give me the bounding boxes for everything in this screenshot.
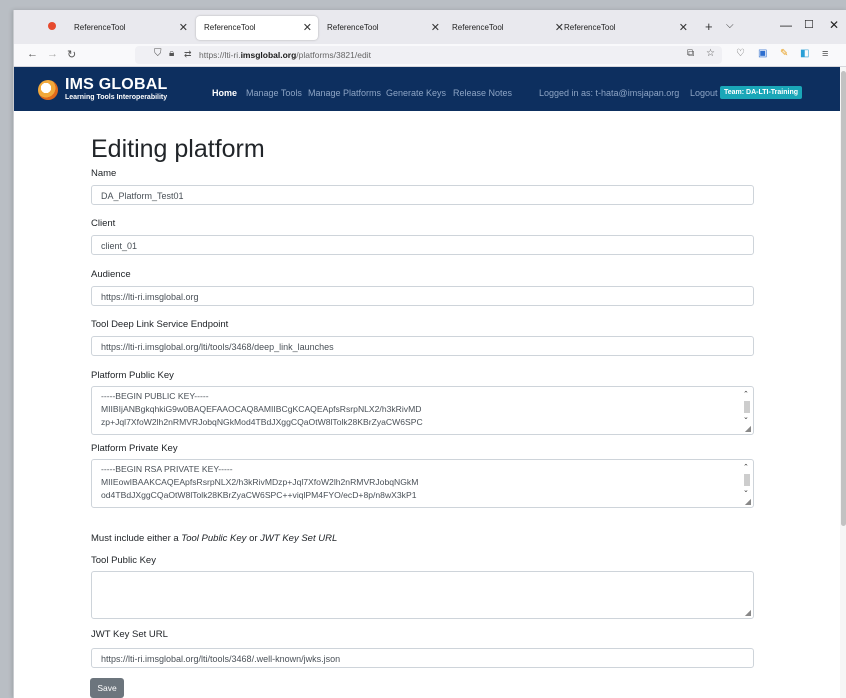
platform-private-key-textarea[interactable]: -----BEGIN RSA PRIVATE KEY----- MIIEowIB… — [91, 459, 754, 508]
logo-subtitle[interactable]: Learning Tools Interoperability — [65, 94, 167, 101]
tool-public-key-textarea[interactable]: ◢ — [91, 571, 754, 619]
ims-logo-icon[interactable] — [38, 80, 58, 100]
tool-public-key-label: Tool Public Key — [91, 555, 156, 566]
maximize-icon[interactable]: ☐ — [804, 18, 814, 31]
scroll-up-icon[interactable]: ⌃ — [743, 390, 749, 398]
logged-in-text: Logged in as: t-hata@imsjapan.org — [539, 88, 680, 98]
team-badge[interactable]: Team: DA-LTI-Training — [720, 86, 803, 99]
firefox-icon[interactable] — [48, 22, 56, 30]
jwks-url-label: JWT Key Set URL — [91, 629, 168, 640]
resize-grip-icon[interactable]: ◢ — [745, 424, 751, 433]
textarea-scrollbar-thumb[interactable] — [744, 401, 750, 413]
logo-title[interactable]: IMS GLOBAL — [65, 76, 167, 94]
close-icon[interactable]: ✕ — [303, 21, 312, 34]
platform-public-key-label: Platform Public Key — [91, 370, 174, 381]
tab-strip: ReferenceTool ✕ ReferenceTool ✕ Referenc… — [14, 10, 846, 44]
close-window-icon[interactable]: ✕ — [829, 18, 839, 32]
deep-link-field[interactable]: https://lti-ri.imsglobal.org/lti/tools/3… — [91, 336, 754, 356]
url-text[interactable]: https://lti-ri.imsglobal.org/platforms/3… — [199, 50, 371, 60]
shield-icon[interactable]: ⛉ — [154, 48, 162, 59]
back-icon[interactable]: ← — [27, 48, 38, 60]
name-label: Name — [91, 168, 117, 179]
resize-grip-icon[interactable]: ◢ — [745, 608, 751, 617]
tab-5[interactable]: ReferenceTool ✕ — [560, 16, 694, 40]
extension-puzzle-icon[interactable]: ◧ — [800, 48, 809, 59]
platform-private-key-label: Platform Private Key — [91, 443, 178, 454]
menu-icon[interactable]: ≡ — [822, 48, 828, 60]
forward-icon[interactable]: → — [47, 48, 58, 60]
scroll-down-icon[interactable]: ⌄ — [743, 486, 749, 494]
site-header: IMS GLOBAL Learning Tools Interoperabili… — [14, 67, 846, 111]
nav-generate-keys[interactable]: Generate Keys — [386, 88, 446, 98]
key-line: od4TBdJXggCQaOtW8lTolk28KBrZyaCW6SPC++vi… — [101, 490, 417, 500]
audience-label: Audience — [91, 269, 131, 280]
navigation-bar: ← → ↻ ⛉ 🔒︎ ⇄ https://lti-ri.imsglobal.or… — [14, 44, 846, 67]
client-field[interactable]: client_01 — [91, 235, 754, 255]
tab-2[interactable]: ReferenceTool ✕ — [196, 16, 318, 40]
key-line: MIIEowIBAAKCAQEApfsRsrpNLX2/h3kRivMDzp+J… — [101, 477, 419, 487]
lock-icon[interactable]: 🔒︎ — [169, 48, 174, 59]
key-line: -----BEGIN PUBLIC KEY----- — [101, 391, 209, 401]
resize-grip-icon[interactable]: ◢ — [745, 497, 751, 506]
tab-3[interactable]: ReferenceTool ✕ — [320, 16, 446, 40]
tab-title: ReferenceTool — [204, 23, 256, 32]
translate-icon[interactable]: ⧉ — [687, 48, 694, 59]
key-line: -----BEGIN RSA PRIVATE KEY----- — [101, 464, 233, 474]
new-tab-icon[interactable]: + — [705, 19, 713, 34]
minimize-icon[interactable]: — — [780, 18, 792, 32]
close-icon[interactable]: ✕ — [431, 21, 440, 34]
platform-public-key-textarea[interactable]: -----BEGIN PUBLIC KEY----- MIIBIjANBgkqh… — [91, 386, 754, 435]
nav-home[interactable]: Home — [212, 88, 237, 98]
nav-manage-tools[interactable]: Manage Tools — [246, 88, 302, 98]
chevron-down-icon[interactable]: ⌵ — [726, 20, 734, 31]
nav-release-notes[interactable]: Release Notes — [453, 88, 512, 98]
page-scrollbar[interactable] — [840, 67, 846, 698]
logout-link[interactable]: Logout — [690, 88, 718, 98]
save-button[interactable]: Save — [90, 678, 124, 698]
client-label: Client — [91, 218, 116, 229]
tab-1[interactable]: ReferenceTool ✕ — [64, 16, 194, 40]
main-content: Editing platform Name DA_Platform_Test01… — [14, 111, 840, 698]
page-title: Editing platform — [91, 135, 265, 163]
page-scrollbar-thumb[interactable] — [841, 71, 846, 526]
reload-icon[interactable]: ↻ — [67, 48, 76, 61]
audience-field[interactable]: https://lti-ri.imsglobal.org — [91, 286, 754, 306]
tab-title: ReferenceTool — [74, 23, 126, 32]
bookmark-star-icon[interactable]: ☆ — [706, 48, 715, 59]
tab-title: ReferenceTool — [452, 23, 504, 32]
close-icon[interactable]: ✕ — [179, 21, 188, 34]
tab-title: ReferenceTool — [564, 23, 616, 32]
pocket-icon[interactable]: ♡ — [736, 48, 745, 59]
browser-window: ReferenceTool ✕ ReferenceTool ✕ Referenc… — [13, 10, 846, 698]
nav-manage-platforms[interactable]: Manage Platforms — [308, 88, 381, 98]
address-bar[interactable]: ⛉ 🔒︎ ⇄ https://lti-ri.imsglobal.org/plat… — [135, 46, 722, 64]
tab-4[interactable]: ReferenceTool ✕ — [446, 16, 570, 40]
tab-title: ReferenceTool — [327, 23, 379, 32]
must-include-note: Must include either a Tool Public Key or… — [91, 533, 338, 544]
extension-broom-icon[interactable]: ✎ — [780, 48, 788, 59]
key-line: zp+Jql7XfoW2lh2nRMVRJobqNGkMod4TBdJXggCQ… — [101, 417, 423, 427]
extension-translate-icon[interactable]: ▣ — [758, 48, 767, 59]
textarea-scrollbar-thumb[interactable] — [744, 474, 750, 486]
scroll-up-icon[interactable]: ⌃ — [743, 463, 749, 471]
name-field[interactable]: DA_Platform_Test01 — [91, 185, 754, 205]
scroll-down-icon[interactable]: ⌄ — [743, 413, 749, 421]
deep-link-label: Tool Deep Link Service Endpoint — [91, 319, 229, 330]
jwks-url-field[interactable]: https://lti-ri.imsglobal.org/lti/tools/3… — [91, 648, 754, 668]
close-icon[interactable]: ✕ — [679, 21, 688, 34]
key-line: MIIBIjANBgkqhkiG9w0BAQEFAAOCAQ8AMIIBCgKC… — [101, 404, 422, 414]
permissions-icon[interactable]: ⇄ — [184, 49, 192, 60]
